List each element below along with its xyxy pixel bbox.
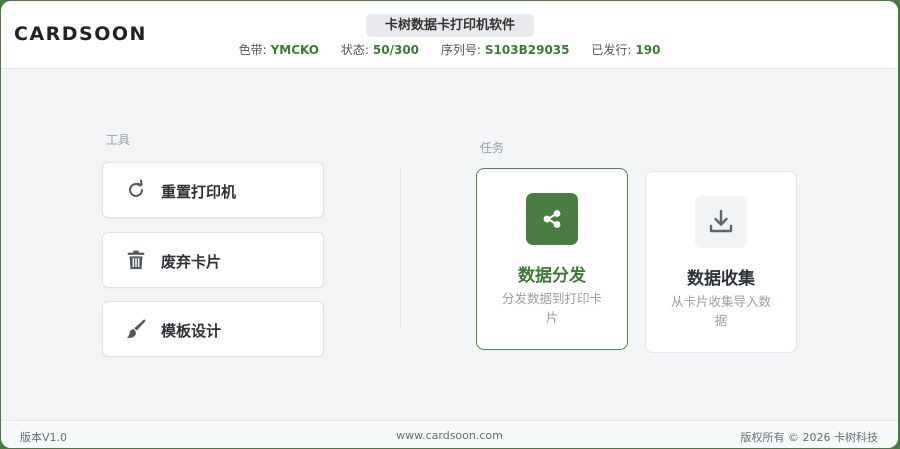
app-title: 卡树数据卡打印机软件 (366, 14, 534, 37)
download-icon (709, 209, 733, 233)
status-state: 状态: 50/300 (340, 43, 420, 57)
tasks-heading: 任务 (480, 141, 505, 155)
status-issued: 已发行: 190 (591, 43, 661, 57)
app-window: CARDSOON 卡树数据卡打印机软件 色带: YMCKO 状态: 50/300 序… (1, 1, 898, 448)
reset-printer-label: 重置打印机 (161, 183, 237, 201)
status-ribbon: 色带: YMCKO (238, 43, 320, 57)
task-card-data-distribution[interactable]: 数据分发 分发数据到打印卡片 (476, 168, 628, 350)
data-distribution-title: 数据分发 (518, 266, 586, 286)
tools-heading: 工具 (106, 133, 131, 147)
reset-printer-button[interactable]: 重置打印机 (102, 162, 324, 218)
data-distribution-desc: 分发数据到打印卡片 (501, 291, 602, 325)
status-serial: 序列号: S103B29035 (440, 43, 570, 57)
trash-icon (127, 250, 145, 270)
footer: 版本V1.0 www.cardsoon.com 版权所有 © 2026 卡树科技 (1, 420, 898, 448)
brush-icon (126, 319, 146, 338)
section-divider (400, 169, 401, 329)
data-distribution-icon-tile (526, 193, 578, 245)
status-bar: 色带: YMCKO 状态: 50/300 序列号: S103B29035 已发行: 19… (1, 41, 898, 58)
header: CARDSOON 卡树数据卡打印机软件 色带: YMCKO 状态: 50/300 序… (1, 1, 898, 69)
data-collection-desc: 从卡片收集导入数据 (670, 294, 771, 328)
copyright-text: 版权所有 © 2026 卡树科技 (740, 431, 878, 444)
template-design-button[interactable]: 模板设计 (102, 301, 324, 357)
data-collection-icon-tile (695, 196, 747, 248)
refresh-icon (129, 179, 143, 197)
task-card-data-collection[interactable]: 数据收集 从卡片收集导入数据 (645, 171, 797, 353)
share-icon (543, 210, 561, 228)
data-collection-title: 数据收集 (687, 269, 755, 289)
template-design-label: 模板设计 (161, 322, 222, 340)
discard-card-button[interactable]: 废弃卡片 (102, 232, 324, 288)
discard-card-label: 废弃卡片 (161, 253, 222, 271)
